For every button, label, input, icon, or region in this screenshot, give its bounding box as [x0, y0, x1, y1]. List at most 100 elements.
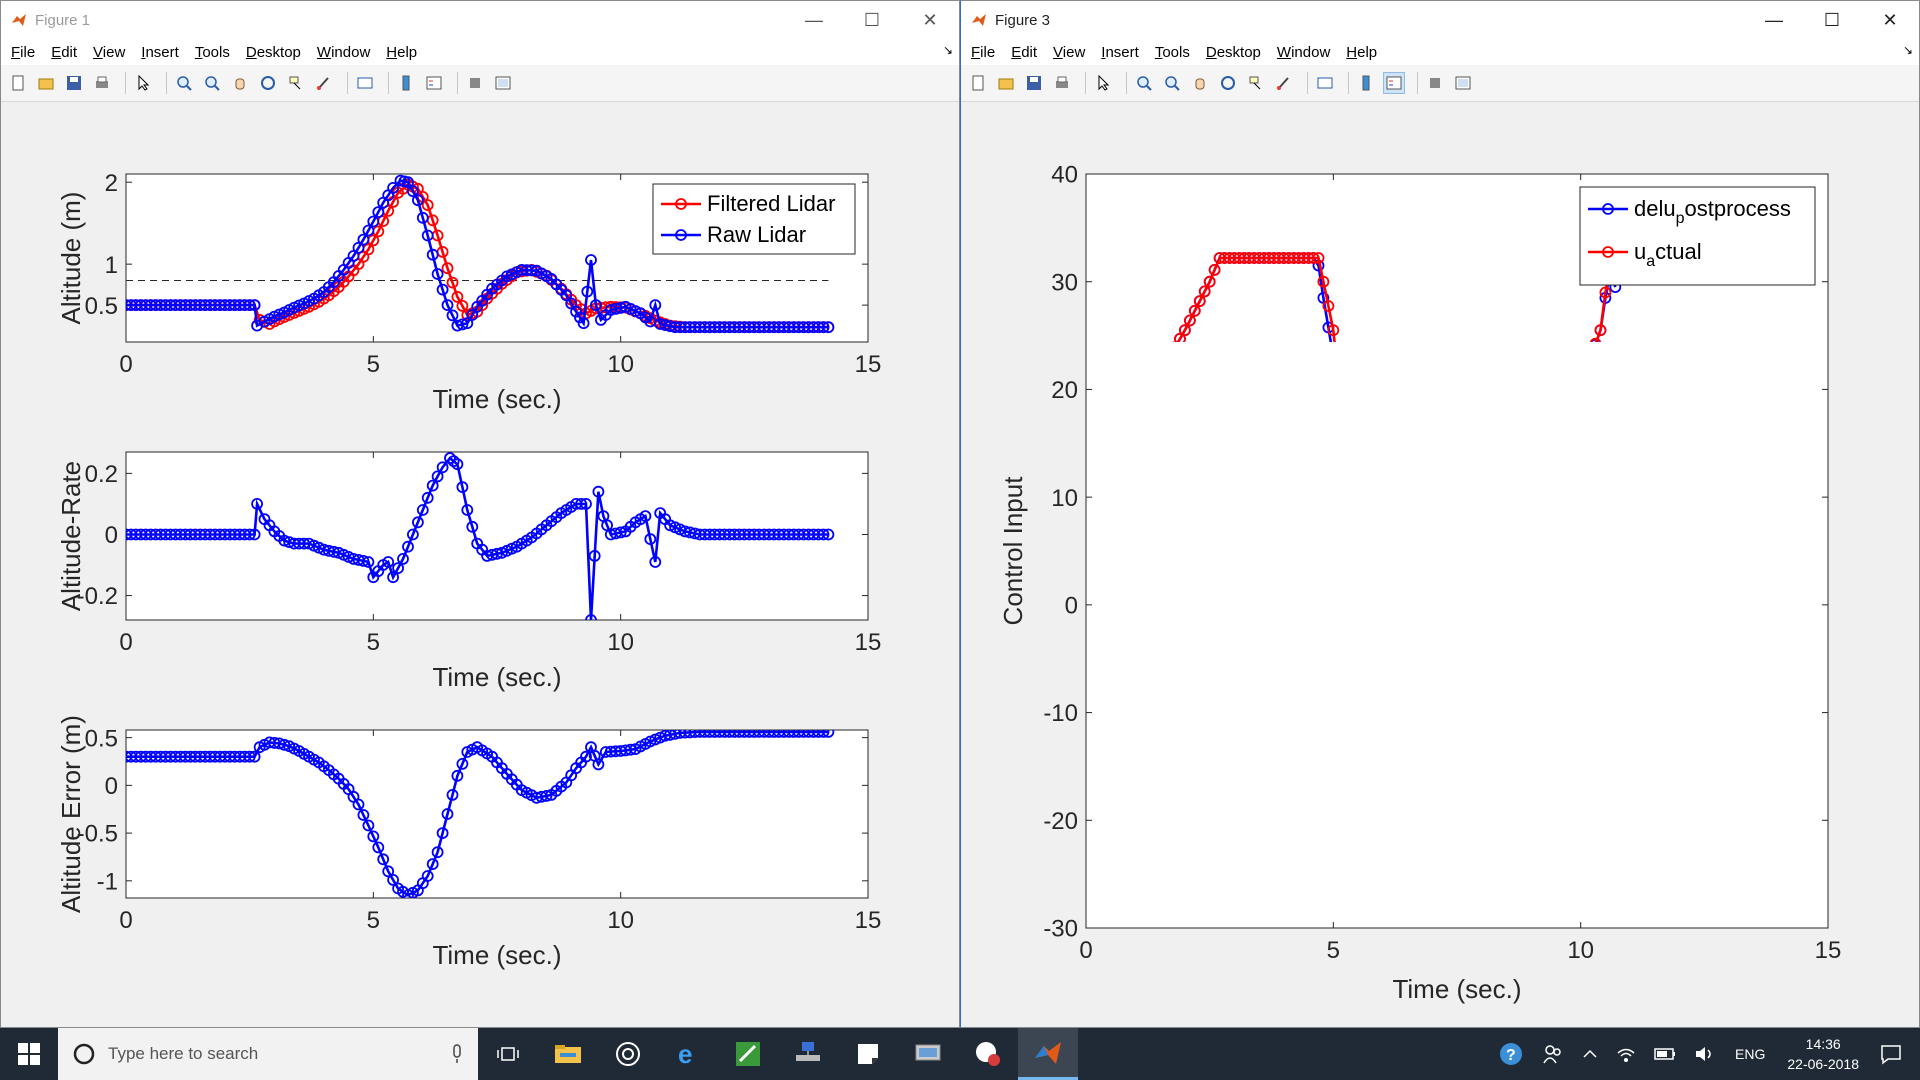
taskbar-sticky-notes[interactable] — [838, 1028, 898, 1080]
taskbar: Type here to search e ? ENG 14:36 22-06-… — [0, 1028, 1920, 1080]
menu-file[interactable]: File — [11, 44, 35, 61]
taskbar-search-box[interactable]: Type here to search — [58, 1028, 478, 1080]
zoom-out-button[interactable] — [1161, 72, 1183, 94]
rotate-3d-icon — [1221, 76, 1235, 90]
link-plot-button[interactable] — [1314, 72, 1336, 94]
tray-clock[interactable]: 14:36 22-06-2018 — [1787, 1034, 1859, 1074]
action-center-button[interactable] — [1880, 1043, 1902, 1065]
print-button[interactable] — [91, 72, 113, 94]
brush-button[interactable] — [1273, 72, 1295, 94]
task-view-button[interactable] — [478, 1028, 538, 1080]
menu-help[interactable]: Help — [1346, 44, 1377, 61]
svg-text:?: ? — [1506, 1047, 1516, 1064]
data-cursor-button[interactable] — [285, 72, 307, 94]
taskbar-spreadsheet[interactable] — [718, 1028, 778, 1080]
menu-view[interactable]: View — [93, 44, 125, 61]
cortana-circle-icon — [73, 1043, 95, 1065]
brush-button[interactable] — [313, 72, 335, 94]
open-file-button[interactable] — [35, 72, 57, 94]
axes-frame — [125, 451, 869, 621]
maximize-button[interactable]: ☐ — [843, 1, 901, 39]
menu-tools[interactable]: Tools — [195, 44, 230, 61]
dock-arrow-icon[interactable]: ↘ — [943, 43, 953, 57]
maximize-button[interactable]: ☐ — [1803, 1, 1861, 39]
hide-tools-button[interactable] — [1424, 72, 1446, 94]
menu-help[interactable]: Help — [386, 44, 417, 61]
taskbar-media-player[interactable] — [598, 1028, 658, 1080]
menu-edit[interactable]: Edit — [51, 44, 77, 61]
brush-icon — [317, 77, 329, 90]
minimize-button[interactable]: — — [785, 1, 843, 39]
tray-wifi-icon[interactable] — [1616, 1045, 1636, 1063]
taskbar-matlab[interactable] — [1018, 1028, 1078, 1080]
title-bar[interactable]: Figure 3 — ☐ ✕ — [961, 1, 1919, 39]
hide-tools-button[interactable] — [464, 72, 486, 94]
zoom-in-button[interactable] — [1133, 72, 1155, 94]
microphone-icon[interactable] — [450, 1043, 464, 1065]
taskbar-remote-desktop[interactable] — [898, 1028, 958, 1080]
menu-edit[interactable]: Edit — [1011, 44, 1037, 61]
search-placeholder: Type here to search — [108, 1044, 259, 1063]
media-player-icon — [616, 1042, 640, 1066]
new-file-icon — [12, 75, 24, 91]
window-title: Figure 3 — [995, 11, 1051, 29]
link-icon — [1317, 77, 1333, 89]
save-button[interactable] — [63, 72, 85, 94]
y-tick-label: 10 — [1051, 485, 1078, 512]
show-tools-button[interactable] — [1452, 72, 1474, 94]
menu-file[interactable]: File — [971, 44, 995, 61]
edit-plot-button[interactable] — [1092, 72, 1114, 94]
axes: 0 5 10 15-1-0.500.5Time (sec.)Altitude Erro… — [56, 715, 881, 970]
menu-desktop[interactable]: Desktop — [1206, 44, 1261, 61]
zoom-in-button[interactable] — [173, 72, 195, 94]
spreadsheet-icon — [736, 1042, 760, 1066]
close-button[interactable]: ✕ — [1861, 1, 1919, 39]
language-indicator[interactable]: ENG — [1735, 1046, 1765, 1062]
menu-insert[interactable]: Insert — [141, 44, 179, 61]
network-app-icon — [796, 1042, 820, 1061]
print-button[interactable] — [1051, 72, 1073, 94]
new-figure-button[interactable] — [7, 72, 29, 94]
new-figure-button[interactable] — [967, 72, 989, 94]
menu-window[interactable]: Window — [1277, 44, 1330, 61]
taskbar-network-app[interactable] — [778, 1028, 838, 1080]
open-file-button[interactable] — [995, 72, 1017, 94]
data-cursor-button[interactable] — [1245, 72, 1267, 94]
start-button[interactable] — [0, 1028, 58, 1080]
minimize-button[interactable]: — — [1745, 1, 1803, 39]
menu-desktop[interactable]: Desktop — [246, 44, 301, 61]
menu-insert[interactable]: Insert — [1101, 44, 1139, 61]
colorbar-button[interactable] — [1355, 72, 1377, 94]
menu-window[interactable]: Window — [317, 44, 370, 61]
tray-battery-icon[interactable] — [1654, 1047, 1676, 1061]
tray-help-icon[interactable]: ? — [1498, 1041, 1524, 1067]
save-button[interactable] — [1023, 72, 1045, 94]
pan-button[interactable] — [1189, 72, 1211, 94]
menu-tools[interactable]: Tools — [1155, 44, 1190, 61]
edit-plot-button[interactable] — [132, 72, 154, 94]
y-tick-label: 0.2 — [85, 461, 118, 488]
rotate-button[interactable] — [1217, 72, 1239, 94]
taskbar-edge-browser[interactable]: e — [658, 1028, 718, 1080]
close-button[interactable]: ✕ — [901, 1, 959, 39]
legend-button[interactable] — [423, 72, 445, 94]
taskbar-chat-app[interactable] — [958, 1028, 1018, 1080]
figure-toolbar — [1, 65, 959, 102]
pan-button[interactable] — [229, 72, 251, 94]
zoom-out-button[interactable] — [201, 72, 223, 94]
tray-volume-icon[interactable] — [1694, 1045, 1716, 1063]
y-tick-label: 0 — [105, 773, 118, 800]
taskbar-file-explorer[interactable] — [538, 1028, 598, 1080]
rotate-button[interactable] — [257, 72, 279, 94]
link-plot-button[interactable] — [354, 72, 376, 94]
colorbar-button[interactable] — [395, 72, 417, 94]
title-bar[interactable]: Figure 1 — ☐ ✕ — [1, 1, 959, 39]
tray-chevron-up[interactable] — [1582, 1046, 1598, 1062]
show-tools-button[interactable] — [492, 72, 514, 94]
legend-button[interactable] — [1383, 72, 1405, 94]
data-cursor-icon — [289, 76, 301, 90]
dock-arrow-icon[interactable]: ↘ — [1903, 43, 1913, 57]
tray-people-icon[interactable] — [1542, 1043, 1564, 1065]
figure3-window: Figure 3 — ☐ ✕ File Edit View Insert Too… — [960, 0, 1920, 1028]
menu-view[interactable]: View — [1053, 44, 1085, 61]
